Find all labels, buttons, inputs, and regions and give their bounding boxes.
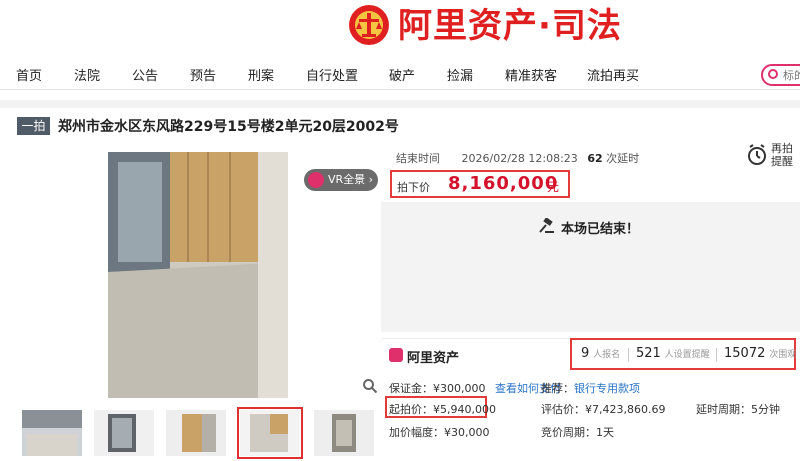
nav-item-notice[interactable]: 公告: [132, 65, 158, 84]
final-price-label: 拍下价: [397, 181, 430, 194]
nav-item-relist[interactable]: 流拍再买: [587, 65, 639, 84]
search-input[interactable]: [783, 67, 800, 83]
auction-ended-panel: 本场已结束！: [381, 202, 800, 332]
view-stat: 15072 次围观: [724, 346, 796, 361]
reminder-count: 521: [636, 346, 661, 361]
nav-item-self-disposal[interactable]: 自行处置: [306, 65, 358, 84]
bid-cycle-row: 竞价周期：1天: [541, 424, 614, 440]
reminder-label: 人设置提醒: [664, 350, 710, 360]
listing-title: 郑州市金水区东风路229号15号楼2单元20层2002号: [58, 119, 399, 135]
gavel-icon: [539, 218, 554, 233]
delay-period-value: 5分钟: [751, 403, 780, 416]
brand-name: 阿里资产: [407, 351, 460, 366]
bank-funds-link[interactable]: 银行专用款项: [574, 382, 640, 395]
view-label: 次围观: [769, 350, 797, 360]
vr-tour-button[interactable]: VR全景 ›: [304, 169, 378, 191]
final-price-value: 8,160,000: [448, 173, 559, 194]
delay-period-label: 延时周期：: [696, 403, 751, 416]
increment-value: ¥30,000: [444, 426, 490, 439]
appraisal-row: 评估价：¥7,423,860.69: [541, 401, 665, 417]
appraisal-value: ¥7,423,860.69: [585, 403, 666, 416]
reminder-stat: 521 人设置提醒: [636, 346, 710, 361]
nav-item-bankruptcy[interactable]: 破产: [389, 65, 415, 84]
deposit-row: 保证金：¥300,000 查看如何支付: [389, 380, 561, 396]
thumbnail[interactable]: [166, 410, 226, 456]
nav-item-court[interactable]: 法院: [74, 65, 100, 84]
vr-icon: [308, 172, 324, 188]
start-price-value: ¥5,940,000: [433, 403, 496, 416]
main-nav: 首页 法院 公告 预告 刑案 自行处置 破产 捡漏 精准获客 流拍再买: [0, 58, 800, 90]
nav-item-preview[interactable]: 预告: [190, 65, 216, 84]
site-logo-text[interactable]: 阿里资产·司法: [398, 4, 622, 48]
recommend-row: 推荐：银行专用款项: [541, 380, 640, 396]
remind-label: 再拍提醒: [771, 142, 793, 168]
view-count: 15072: [724, 346, 766, 361]
nav-item-criminal[interactable]: 刑案: [248, 65, 274, 84]
zoom-icon[interactable]: [362, 378, 378, 394]
stat-divider: [716, 348, 717, 362]
appraisal-label: 评估价：: [541, 403, 585, 416]
section-divider: [0, 100, 800, 108]
end-time-row: 结束时间 2026/02/28 12:08:23 62 次延时: [396, 150, 639, 166]
stats-box: 9 人报名 521 人设置提醒 15072 次围观: [570, 338, 796, 370]
bid-cycle-label: 竞价周期：: [541, 426, 596, 439]
signup-stat: 9 人报名: [581, 346, 620, 361]
delay-count-label: 次延时: [606, 152, 640, 165]
final-price-box: 拍下价 8,160,000 元: [390, 170, 570, 198]
auction-round-tag: 一拍: [17, 117, 50, 135]
signup-label: 人报名: [593, 350, 621, 360]
ali-assets-logo[interactable]: 阿里资产: [389, 347, 459, 366]
thumbnail[interactable]: [314, 410, 374, 456]
court-emblem-icon: [349, 5, 389, 45]
ali-assets-icon: [389, 348, 403, 362]
remind-button[interactable]: 再拍提醒: [745, 142, 795, 170]
vr-label: VR全景 ›: [328, 173, 374, 186]
end-time-value: 2026/02/28 12:08:23: [461, 152, 578, 165]
delay-period-row: 延时周期：5分钟: [696, 401, 780, 417]
stat-divider: [628, 348, 629, 362]
recommend-label: 推荐：: [541, 382, 574, 395]
search-icon[interactable]: [768, 69, 778, 79]
thumbnail-selected[interactable]: [237, 407, 303, 459]
increment-row: 加价幅度：¥30,000: [389, 424, 490, 440]
site-header: 阿里资产·司法: [0, 0, 800, 55]
thumbnail[interactable]: [22, 410, 82, 456]
auction-ended-text: 本场已结束！: [561, 222, 640, 237]
start-price-label: 起拍价：: [389, 403, 433, 416]
delay-count: 62: [587, 152, 603, 165]
final-price-unit: 元: [547, 180, 560, 194]
deposit-value: ¥300,000: [433, 382, 486, 395]
nav-item-home[interactable]: 首页: [16, 65, 42, 84]
nav-item-leads[interactable]: 精准获客: [505, 65, 557, 84]
increment-label: 加价幅度：: [389, 426, 444, 439]
deposit-label: 保证金：: [389, 382, 433, 395]
thumbnail[interactable]: [94, 410, 154, 456]
search-box[interactable]: [761, 64, 800, 86]
bid-cycle-value: 1天: [596, 426, 614, 439]
alarm-clock-icon: [748, 144, 766, 165]
signup-count: 9: [581, 346, 590, 361]
nav-item-bargain[interactable]: 捡漏: [447, 65, 473, 84]
end-time-label: 结束时间: [396, 152, 440, 165]
start-price-row: 起拍价：¥5,940,000: [389, 401, 496, 417]
